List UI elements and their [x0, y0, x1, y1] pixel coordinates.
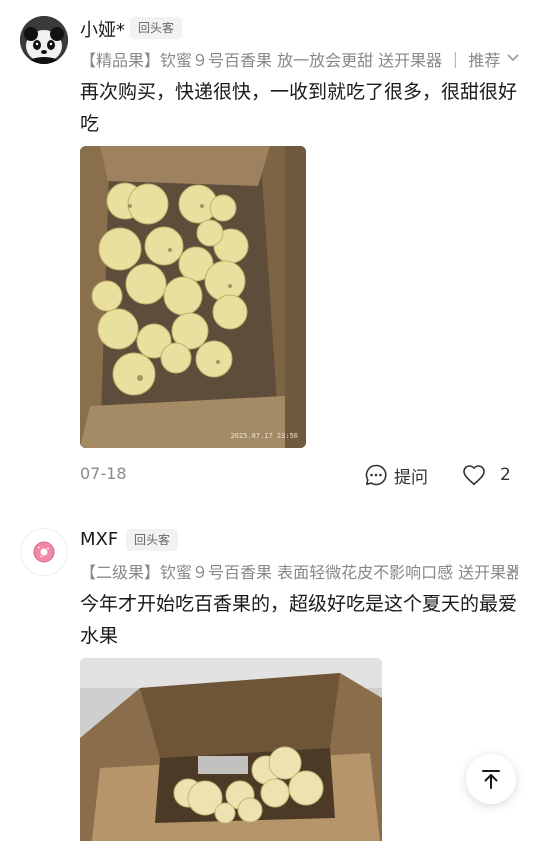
review-text: 再次购买，快递很快，一收到就吃了很多，很甜很好吃	[80, 81, 518, 135]
like-count: 2	[500, 465, 511, 485]
photo-timestamp: 2025.07.17 23:56	[230, 432, 298, 440]
chevron-down-icon[interactable]	[506, 47, 520, 69]
review-card: MXF 回头客 【二级果】钦蜜９号百香果 表面轻微花皮不影响口感 送开果器 今年…	[0, 520, 540, 841]
product-variant[interactable]: 【精品果】钦蜜９号百香果 放一放会更甜 送开果器 ｜ 推荐	[80, 47, 518, 69]
ask-question-label: 提问	[394, 467, 428, 488]
heart-icon	[463, 465, 485, 486]
review-date: 07-18	[80, 464, 127, 483]
chevron-down-icon[interactable]	[506, 559, 520, 581]
avatar[interactable]	[20, 16, 68, 64]
donut-avatar-icon	[33, 541, 55, 563]
question-bubble-icon	[365, 464, 387, 486]
arrow-up-to-top-icon	[482, 770, 500, 789]
review-photo[interactable]: 2025.07.17 23:56	[80, 146, 306, 448]
ask-question-button[interactable]: 提问	[364, 462, 428, 488]
returning-customer-badge: 回头客	[130, 17, 183, 39]
returning-customer-badge: 回头客	[126, 529, 179, 551]
username[interactable]: 小娅*	[80, 16, 125, 42]
review-text: 今年才开始吃百香果的，超级好吃是这个夏天的最爱水果	[80, 593, 518, 647]
product-variant[interactable]: 【二级果】钦蜜９号百香果 表面轻微花皮不影响口感 送开果器	[80, 559, 518, 581]
like-button[interactable]: 2	[462, 462, 511, 488]
review-photo[interactable]	[80, 658, 382, 841]
review-card: 小娅* 回头客 【精品果】钦蜜９号百香果 放一放会更甜 送开果器 ｜ 推荐 再次…	[0, 0, 540, 500]
scroll-to-top-button[interactable]	[466, 754, 516, 804]
username[interactable]: MXF	[80, 529, 118, 550]
avatar[interactable]	[20, 528, 68, 576]
panda-avatar-icon	[20, 16, 68, 64]
